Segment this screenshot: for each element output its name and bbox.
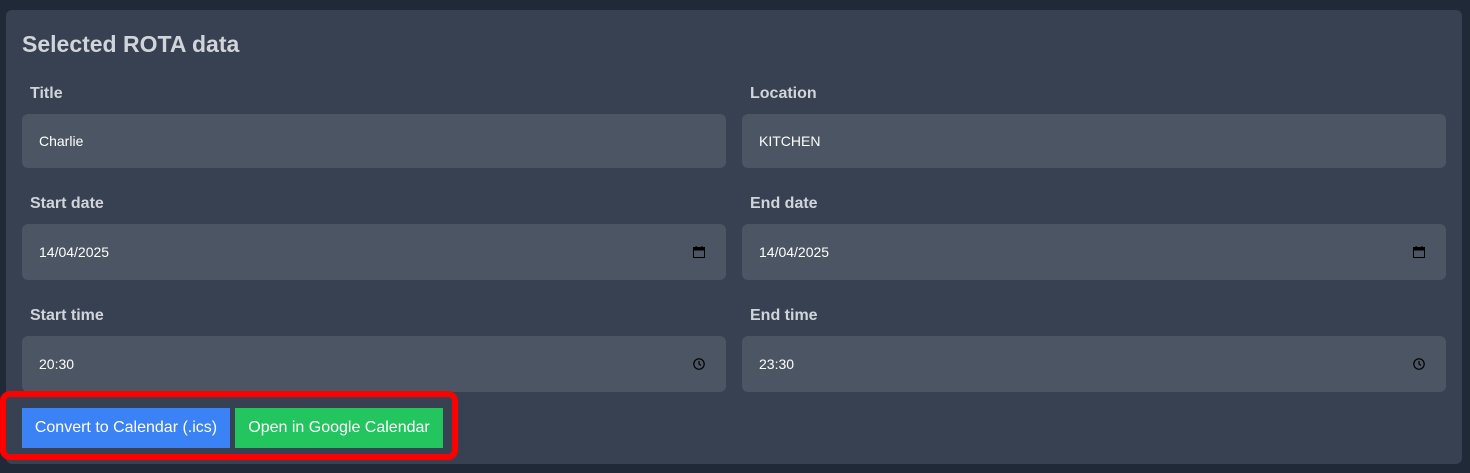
start-date-input[interactable]: 14/04/2025 (22, 224, 726, 280)
location-value: KITCHEN (759, 133, 821, 149)
end-date-value: 14/04/2025 (759, 244, 830, 260)
open-google-calendar-button[interactable]: Open in Google Calendar (235, 408, 443, 448)
end-date-input[interactable]: 14/04/2025 (742, 224, 1446, 280)
start-time-label: Start time (30, 307, 104, 324)
title-value: Charlie (39, 133, 84, 149)
panel-title: Selected ROTA data (22, 31, 240, 57)
clock-icon[interactable] (1412, 357, 1426, 371)
start-date-label: Start date (30, 195, 104, 212)
end-time-input[interactable]: 23:30 (742, 336, 1446, 392)
start-time-input[interactable]: 20:30 (22, 336, 726, 392)
end-date-label: End date (750, 195, 818, 212)
end-time-label: End time (750, 307, 818, 324)
start-time-value: 20:30 (39, 356, 75, 372)
clock-icon[interactable] (692, 357, 706, 371)
location-label: Location (750, 85, 817, 102)
calendar-icon[interactable] (1412, 245, 1426, 259)
title-input[interactable]: Charlie (22, 114, 726, 168)
location-input[interactable]: KITCHEN (742, 114, 1446, 168)
calendar-icon[interactable] (692, 245, 706, 259)
end-time-value: 23:30 (759, 356, 795, 372)
title-label: Title (30, 85, 63, 102)
start-date-value: 14/04/2025 (39, 244, 110, 260)
convert-to-calendar-button[interactable]: Convert to Calendar (.ics) (22, 408, 230, 448)
